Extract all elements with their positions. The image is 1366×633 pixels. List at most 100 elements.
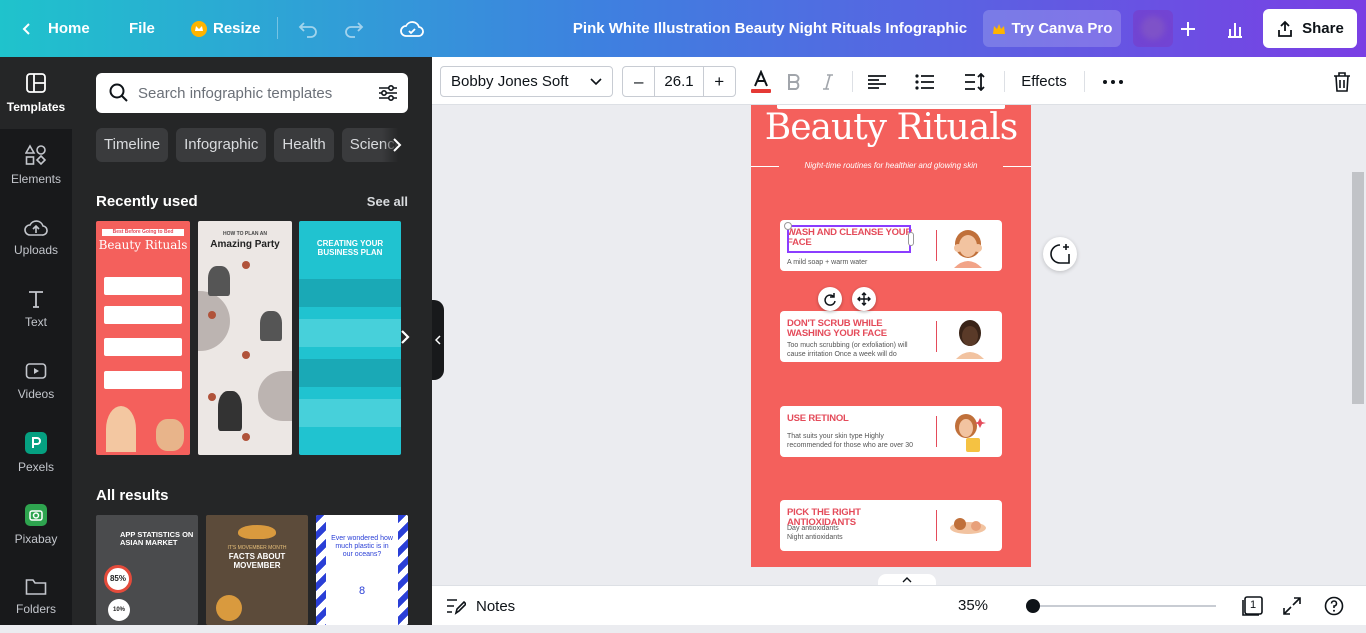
zoom-slider-knob[interactable] — [1026, 599, 1040, 613]
resize-handle[interactable] — [908, 232, 914, 246]
see-all-link[interactable]: See all — [367, 194, 408, 209]
delete-button[interactable] — [1330, 66, 1354, 97]
filter-icon[interactable] — [378, 84, 398, 102]
chips-next-button[interactable] — [382, 128, 412, 162]
zoom-slider[interactable] — [1026, 605, 1216, 607]
template-thumb-beauty-rituals[interactable]: Best Before Going to Bed Beauty Rituals — [96, 221, 190, 455]
page-count: 1 — [1250, 599, 1257, 611]
card-body-line: cause irritation Once a week will do — [787, 351, 897, 358]
page-count-button[interactable]: 1 — [1242, 596, 1263, 616]
redo-button[interactable] — [334, 10, 374, 47]
zoom-level[interactable]: 35% — [958, 586, 988, 626]
card-heading[interactable]: USE RETINOL — [787, 414, 927, 424]
rail-folders[interactable]: Folders — [0, 561, 72, 633]
rail-templates[interactable]: Templates — [0, 57, 72, 129]
chip-infographic[interactable]: Infographic — [176, 128, 267, 162]
try-pro-button[interactable]: Try Canva Pro — [983, 10, 1121, 47]
chip-timeline[interactable]: Timeline — [96, 128, 169, 162]
scrollbar-thumb[interactable] — [1352, 172, 1364, 404]
more-options-button[interactable] — [1100, 66, 1126, 97]
font-name: Bobby Jones Soft — [451, 73, 569, 90]
rotate-button[interactable] — [818, 287, 842, 311]
rail-pexels[interactable]: Pexels — [0, 417, 72, 489]
search-input[interactable] — [138, 84, 358, 102]
rail-label: Pexels — [17, 460, 55, 474]
page-subtitle[interactable]: Night-time routines for healthier and gl… — [751, 161, 1031, 170]
save-status-button[interactable] — [392, 10, 432, 47]
spacing-button[interactable] — [962, 66, 988, 97]
resize-handle[interactable] — [784, 222, 792, 230]
template-thumb-amazing-party[interactable]: HOW TO PLAN AN Amazing Party — [198, 221, 292, 455]
search-box[interactable] — [96, 73, 408, 113]
thumb-step-dot — [208, 393, 216, 401]
move-button[interactable] — [852, 287, 876, 311]
template-thumb-app-statistics[interactable]: APP STATISTICS ON ASIAN MARKET 85% 10% — [96, 515, 198, 625]
card-body[interactable]: That suits your skin type Highly recommen… — [787, 432, 927, 450]
card-body[interactable]: A mild soap + warm water — [787, 258, 927, 267]
help-button[interactable] — [1324, 596, 1344, 621]
resize-button[interactable]: Resize — [191, 0, 261, 57]
chip-health[interactable]: Health — [274, 128, 334, 162]
step-card-3[interactable]: USE RETINOL That suits your skin type Hi… — [780, 406, 1002, 457]
undo-button[interactable] — [288, 10, 328, 47]
redo-icon — [345, 21, 364, 38]
rail-label: Elements — [10, 172, 62, 186]
divider — [1004, 71, 1005, 92]
document-title[interactable]: Pink White Illustration Beauty Night Rit… — [560, 0, 980, 57]
home-button[interactable]: Home — [20, 0, 90, 57]
thumb-step-dot — [242, 351, 250, 359]
insights-button[interactable] — [1215, 10, 1255, 47]
thumb-stat: 8 — [358, 585, 366, 597]
align-button[interactable] — [864, 66, 890, 97]
bold-button[interactable] — [784, 66, 804, 97]
rail-pixabay[interactable]: Pixabay — [0, 489, 72, 561]
vertical-scrollbar[interactable] — [1350, 105, 1366, 567]
card-heading[interactable]: DON'T SCRUB WHILE WASHING YOUR FACE — [787, 319, 927, 339]
template-thumb-movember[interactable]: IT'S MOVEMBER MONTH FACTS ABOUT MOVEMBER — [206, 515, 308, 625]
crown-icon — [992, 23, 1005, 34]
template-thumb-ocean-plastic[interactable]: Ever wondered how much plastic is in our… — [316, 515, 408, 625]
step-card-4[interactable]: PICK THE RIGHT ANTIOXIDANTS Day antioxid… — [780, 500, 1002, 551]
step-card-2[interactable]: DON'T SCRUB WHILE WASHING YOUR FACE Too … — [780, 311, 1002, 362]
card-divider — [936, 416, 937, 447]
share-button[interactable]: Share — [1263, 9, 1357, 48]
notes-icon — [447, 599, 466, 615]
thumb-person-illustration — [208, 266, 230, 296]
rail-uploads[interactable]: Uploads — [0, 201, 72, 273]
file-menu[interactable]: File — [129, 0, 155, 57]
list-button[interactable] — [912, 66, 938, 97]
page-title[interactable]: Beauty Rituals — [751, 107, 1031, 148]
recent-next-button[interactable] — [390, 322, 420, 352]
card-body-line: Day antioxidants — [787, 525, 839, 532]
thumb-title: FACTS ABOUT MOVEMBER — [228, 552, 286, 570]
card-body[interactable]: Day antioxidants Night antioxidants — [787, 524, 927, 542]
avatar[interactable] — [1133, 10, 1173, 47]
font-size-value[interactable]: 26.1 — [654, 66, 704, 97]
thumb-title: APP STATISTICS ON ASIAN MARKET — [120, 530, 194, 547]
bold-icon — [788, 73, 800, 90]
share-icon — [1278, 20, 1293, 37]
add-collaborator-button[interactable] — [1168, 10, 1208, 47]
text-selection-box[interactable] — [787, 225, 911, 253]
italic-button[interactable] — [818, 66, 838, 97]
fullscreen-button[interactable] — [1282, 596, 1302, 621]
rail-videos[interactable]: Videos — [0, 345, 72, 417]
add-comment-button[interactable] — [1043, 237, 1077, 271]
thumb-title: CREATING YOUR BUSINESS PLAN — [316, 239, 384, 257]
card-body[interactable]: Too much scrubbing (or exfoliation) will… — [787, 341, 927, 359]
notes-button[interactable]: Notes — [446, 586, 515, 626]
rail-text[interactable]: Text — [0, 273, 72, 345]
decrease-size-button[interactable]: – — [623, 66, 654, 97]
rail-elements[interactable]: Elements — [0, 129, 72, 201]
recently-used-heading: Recently used — [96, 193, 198, 210]
collapse-panel-button[interactable] — [432, 300, 444, 380]
canvas-area[interactable]: Beauty Rituals Night-time routines for h… — [444, 105, 1350, 567]
thumb-kicker: HOW TO PLAN AN — [223, 231, 267, 237]
effects-button[interactable]: Effects — [1014, 66, 1074, 97]
thumb-decoration — [258, 371, 292, 421]
text-color-button[interactable] — [748, 66, 774, 97]
font-family-select[interactable]: Bobby Jones Soft — [440, 66, 613, 97]
design-page[interactable]: Beauty Rituals Night-time routines for h… — [751, 105, 1031, 567]
template-thumb-business-plan[interactable]: CREATING YOUR BUSINESS PLAN — [299, 221, 401, 455]
increase-size-button[interactable]: + — [704, 66, 735, 97]
